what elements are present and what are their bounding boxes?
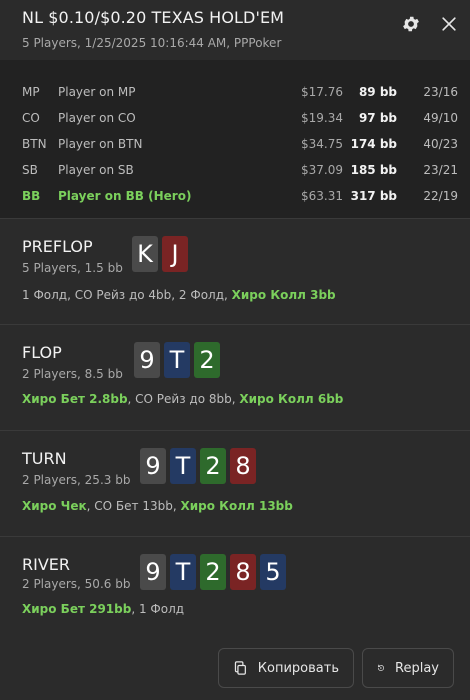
- player-name: Player on MP: [58, 85, 136, 99]
- player-stack-bb: 185 bb: [350, 163, 397, 177]
- player-position: BB: [22, 189, 41, 203]
- street-name: TURN: [22, 449, 67, 468]
- player-name: Player on BB (Hero): [58, 189, 192, 203]
- street-cards: 9T28: [140, 448, 256, 484]
- player-stack-bb: 174 bb: [350, 137, 397, 151]
- action-text: 1 Фолд, CO Рейз до 4bb, 2 Фолд,: [22, 288, 232, 302]
- hero-action: Хиро Бет 291bb: [22, 602, 132, 616]
- street-info: 5 Players, 1.5 bb: [22, 261, 123, 275]
- close-icon[interactable]: [439, 14, 459, 34]
- page-title: NL $0.10/$0.20 TEXAS HOLD'EM: [22, 8, 285, 27]
- replay-button[interactable]: Replay: [362, 648, 454, 688]
- street-preflop: PREFLOP 5 Players, 1.5 bb KJ 1 Фолд, CO …: [0, 219, 470, 325]
- player-position: CO: [22, 111, 40, 125]
- copy-button-label: Копировать: [257, 660, 339, 676]
- hero-action: Хиро Колл 6bb: [239, 392, 344, 406]
- player-position: MP: [22, 85, 40, 99]
- player-stats: 23/21: [423, 163, 458, 177]
- player-stack-bb: 89 bb: [358, 85, 397, 99]
- player-name: Player on SB: [58, 163, 134, 177]
- card: 5: [260, 554, 286, 590]
- street-name: PREFLOP: [22, 237, 93, 256]
- street-name: RIVER: [22, 555, 71, 574]
- card: 9: [140, 448, 166, 484]
- player-stats: 22/19: [423, 189, 458, 203]
- street-actions: Хиро Бет 2.8bb, CO Рейз до 8bb, Хиро Кол…: [22, 392, 343, 406]
- card: 9: [140, 554, 166, 590]
- card: J: [162, 236, 188, 272]
- player-row-btn: BTN Player on BTN $34.75 174 bb 40/23: [0, 133, 470, 155]
- card: 8: [230, 554, 256, 590]
- street-turn: TURN 2 Players, 25.3 bb 9T28 Хиро Чек, C…: [0, 431, 470, 537]
- gear-icon[interactable]: [401, 14, 421, 34]
- street-name: FLOP: [22, 343, 62, 362]
- player-position: BTN: [22, 137, 47, 151]
- card: T: [164, 342, 190, 378]
- hero-action: Хиро Колл 3bb: [231, 288, 336, 302]
- player-stats: 40/23: [423, 137, 458, 151]
- street-cards: 9T2: [134, 342, 220, 378]
- card: K: [132, 236, 158, 272]
- player-stats: 49/10: [423, 111, 458, 125]
- street-actions: 1 Фолд, CO Рейз до 4bb, 2 Фолд, Хиро Кол…: [22, 288, 336, 302]
- card: 2: [200, 554, 226, 590]
- street-info: 2 Players, 25.3 bb: [22, 473, 131, 487]
- player-row-bb-hero: BB Player on BB (Hero) $63.31 317 bb 22/…: [0, 185, 470, 207]
- hand-subtitle: 5 Players, 1/25/2025 10:16:44 AM, PPPoke…: [22, 36, 282, 50]
- player-stack: $34.75: [301, 137, 343, 151]
- header: NL $0.10/$0.20 TEXAS HOLD'EM 5 Players, …: [0, 0, 470, 60]
- street-cards: KJ: [132, 236, 188, 272]
- player-stack: $63.31: [301, 189, 343, 203]
- hero-action: Хиро Чек: [22, 499, 87, 513]
- card: T: [170, 448, 196, 484]
- player-stack-bb: 97 bb: [358, 111, 397, 125]
- hero-action: Хиро Колл 13bb: [180, 499, 293, 513]
- player-row-sb: SB Player on SB $37.09 185 bb 23/21: [0, 159, 470, 181]
- action-text: , CO Рейз до 8bb,: [127, 392, 240, 406]
- street-actions: Хиро Чек, CO Бет 13bb, Хиро Колл 13bb: [22, 499, 293, 513]
- player-row-co: CO Player on CO $19.34 97 bb 49/10: [0, 107, 470, 129]
- street-river: RIVER 2 Players, 50.6 bb 9T285 Хиро Бет …: [0, 537, 470, 637]
- action-text: , 1 Фолд: [131, 602, 185, 616]
- player-name: Player on CO: [58, 111, 136, 125]
- players-table: MP Player on MP $17.76 89 bb 23/16 CO Pl…: [0, 60, 470, 219]
- street-info: 2 Players, 50.6 bb: [22, 577, 131, 591]
- street-cards: 9T285: [140, 554, 286, 590]
- street-info: 2 Players, 8.5 bb: [22, 367, 123, 381]
- hero-action: Хиро Бет 2.8bb: [22, 392, 128, 406]
- player-stack: $37.09: [301, 163, 343, 177]
- player-stack-bb: 317 bb: [350, 189, 397, 203]
- replay-icon: [378, 664, 384, 671]
- action-text: , CO Бет 13bb,: [86, 499, 181, 513]
- replay-button-label: Replay: [395, 660, 439, 676]
- player-stats: 23/16: [423, 85, 458, 99]
- player-position: SB: [22, 163, 38, 177]
- player-stack: $17.76: [301, 85, 343, 99]
- card: 8: [230, 448, 256, 484]
- player-row-mp: MP Player on MP $17.76 89 bb 23/16: [0, 81, 470, 103]
- copy-button[interactable]: Копировать: [218, 648, 354, 688]
- player-name: Player on BTN: [58, 137, 143, 151]
- card: T: [170, 554, 196, 590]
- card: 9: [134, 342, 160, 378]
- street-actions: Хиро Бет 291bb, 1 Фолд: [22, 602, 184, 616]
- card: 2: [194, 342, 220, 378]
- player-stack: $19.34: [301, 111, 343, 125]
- street-flop: FLOP 2 Players, 8.5 bb 9T2 Хиро Бет 2.8b…: [0, 325, 470, 431]
- copy-icon: [234, 661, 246, 675]
- card: 2: [200, 448, 226, 484]
